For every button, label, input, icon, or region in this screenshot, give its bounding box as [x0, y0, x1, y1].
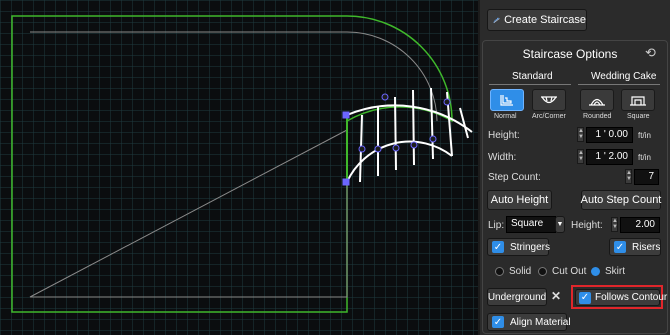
- wedding-cake-group-label: Wedding Cake: [591, 71, 657, 82]
- style-square-label: Square: [627, 113, 650, 120]
- align-material-toggle[interactable]: ✓ Align Material: [487, 313, 571, 331]
- stringers-toggle[interactable]: ✓ Stringers: [487, 238, 551, 256]
- lip-height-spinner[interactable]: ▲ ▼: [611, 217, 618, 232]
- height-spinner[interactable]: ▲ ▼: [577, 127, 584, 142]
- style-arc-corner-label: Arc/Corner: [532, 113, 566, 120]
- arc-corner-stairs-icon: [541, 96, 557, 104]
- auto-step-count-button[interactable]: Auto Step Count: [581, 190, 661, 210]
- normal-stairs-icon: [500, 95, 513, 106]
- style-square-button[interactable]: [621, 89, 655, 111]
- staircase-panel: Create Staircase Staircase Options ⟲ Sta…: [478, 0, 670, 335]
- step-count-spinner[interactable]: ▲ ▼: [625, 169, 632, 184]
- style-normal-label: Normal: [494, 113, 517, 120]
- style-rounded-label: Rounded: [583, 113, 612, 120]
- wedding-cake-underline: [578, 84, 660, 85]
- close-icon[interactable]: ✕: [551, 289, 561, 303]
- viewport-canvas[interactable]: [0, 0, 478, 335]
- width-field[interactable]: 1 ' 2.00: [586, 149, 633, 165]
- style-arc-corner-button[interactable]: [532, 89, 566, 111]
- underground-button[interactable]: Underground: [487, 288, 547, 306]
- create-staircase-label: Create Staircase: [504, 14, 586, 26]
- follows-contour-check-icon: ✓: [579, 291, 591, 304]
- lip-height-label: Height:: [571, 220, 603, 231]
- radio-solid[interactable]: Solid: [495, 266, 531, 277]
- grid: [0, 0, 478, 335]
- align-material-label: Align Material: [510, 316, 571, 328]
- lip-height-field[interactable]: 2.00: [620, 217, 660, 233]
- risers-label: Risers: [632, 241, 661, 253]
- follows-contour-toggle[interactable]: ✓ Follows Contour: [575, 289, 667, 306]
- radio-solid-label: Solid: [509, 266, 532, 277]
- radio-skirt-label: Skirt: [605, 266, 625, 277]
- radio-cut-out[interactable]: Cut Out: [538, 266, 586, 277]
- reset-icon[interactable]: ⟲: [645, 45, 656, 61]
- square-stairs-icon: [630, 96, 646, 106]
- radio-skirt-dot: [591, 266, 600, 276]
- chevron-down-icon[interactable]: ▼: [555, 216, 565, 233]
- floorplan-drawing: [0, 0, 478, 335]
- auto-height-button[interactable]: Auto Height: [487, 190, 552, 210]
- follows-contour-label: Follows Contour: [595, 292, 668, 303]
- height-unit: ft/in: [638, 131, 651, 140]
- width-label: Width:: [488, 152, 517, 163]
- staircase-icon: [493, 17, 500, 23]
- width-unit: ft/in: [638, 153, 651, 162]
- standard-group-label: Standard: [512, 71, 553, 82]
- stringers-check-icon: ✓: [492, 241, 504, 253]
- style-normal-button[interactable]: [490, 89, 524, 111]
- standard-underline: [489, 84, 571, 85]
- lip-select[interactable]: Square: [506, 216, 556, 233]
- radio-cut-out-label: Cut Out: [552, 266, 587, 277]
- radio-solid-dot: [495, 266, 504, 276]
- radio-skirt[interactable]: Skirt: [591, 266, 625, 277]
- rounded-stairs-icon: [589, 98, 605, 106]
- height-field[interactable]: 1 ' 0.00: [586, 127, 633, 143]
- stringers-label: Stringers: [510, 241, 551, 253]
- radio-cut-out-dot: [538, 266, 547, 276]
- width-spinner[interactable]: ▲ ▼: [577, 149, 584, 164]
- create-staircase-button[interactable]: Create Staircase: [487, 9, 587, 31]
- step-count-label: Step Count:: [488, 172, 541, 183]
- height-label: Height:: [488, 130, 520, 141]
- lip-label: Lip:: [488, 220, 505, 231]
- style-rounded-button[interactable]: [580, 89, 614, 111]
- risers-check-icon: ✓: [614, 241, 626, 253]
- options-title: Staircase Options: [522, 47, 618, 61]
- step-count-field[interactable]: 7: [634, 169, 659, 185]
- risers-toggle[interactable]: ✓ Risers: [609, 238, 661, 256]
- align-material-check-icon: ✓: [492, 316, 504, 328]
